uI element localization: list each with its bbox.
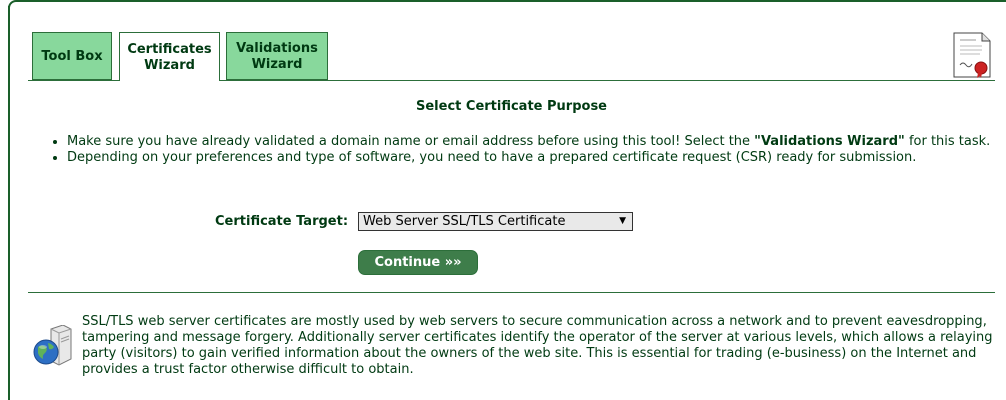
- frame-border: [8, 0, 1006, 8]
- dropdown-arrow-icon: ▼: [619, 216, 626, 226]
- instruction-text: for this task.: [904, 134, 991, 149]
- tab-label-line1: Validations: [236, 41, 318, 56]
- tab-label-line2: Wizard: [144, 58, 195, 73]
- certificate-target-select[interactable]: Web Server SSL/TLS Certificate ▼: [358, 212, 633, 231]
- tab-label-line2: Wizard: [251, 57, 303, 72]
- instruction-text: Make sure you have already validated a d…: [67, 134, 755, 149]
- active-tab-gap: [120, 80, 219, 81]
- tab-label-line1: Certificates: [127, 42, 212, 57]
- selected-value: Web Server SSL/TLS Certificate: [363, 214, 566, 229]
- certificate-description: SSL/TLS web server certificates are most…: [82, 314, 993, 377]
- section-divider: [28, 292, 995, 293]
- tab-label: Tool Box: [41, 49, 103, 64]
- validations-wizard-reference: "Validations Wizard": [754, 134, 905, 149]
- tab-certificates-wizard[interactable]: Certificates Wizard: [119, 32, 220, 81]
- certificate-icon: [953, 32, 991, 78]
- section-title: Select Certificate Purpose: [416, 99, 607, 114]
- server-globe-icon: [33, 325, 72, 366]
- instructions-list: Make sure you have already validated a d…: [36, 134, 1006, 166]
- certificate-target-label: Certificate Target:: [215, 214, 349, 229]
- page-frame: Tool Box Certificates Wizard Validations…: [0, 0, 1006, 400]
- tab-validations-wizard[interactable]: Validations Wizard: [226, 32, 328, 80]
- list-item: Make sure you have already validated a d…: [67, 134, 1006, 150]
- list-item: Depending on your preferences and type o…: [67, 150, 1006, 166]
- frame-border-left: [8, 6, 10, 400]
- tab-tool-box[interactable]: Tool Box: [32, 32, 112, 80]
- continue-button[interactable]: Continue »»: [358, 250, 478, 275]
